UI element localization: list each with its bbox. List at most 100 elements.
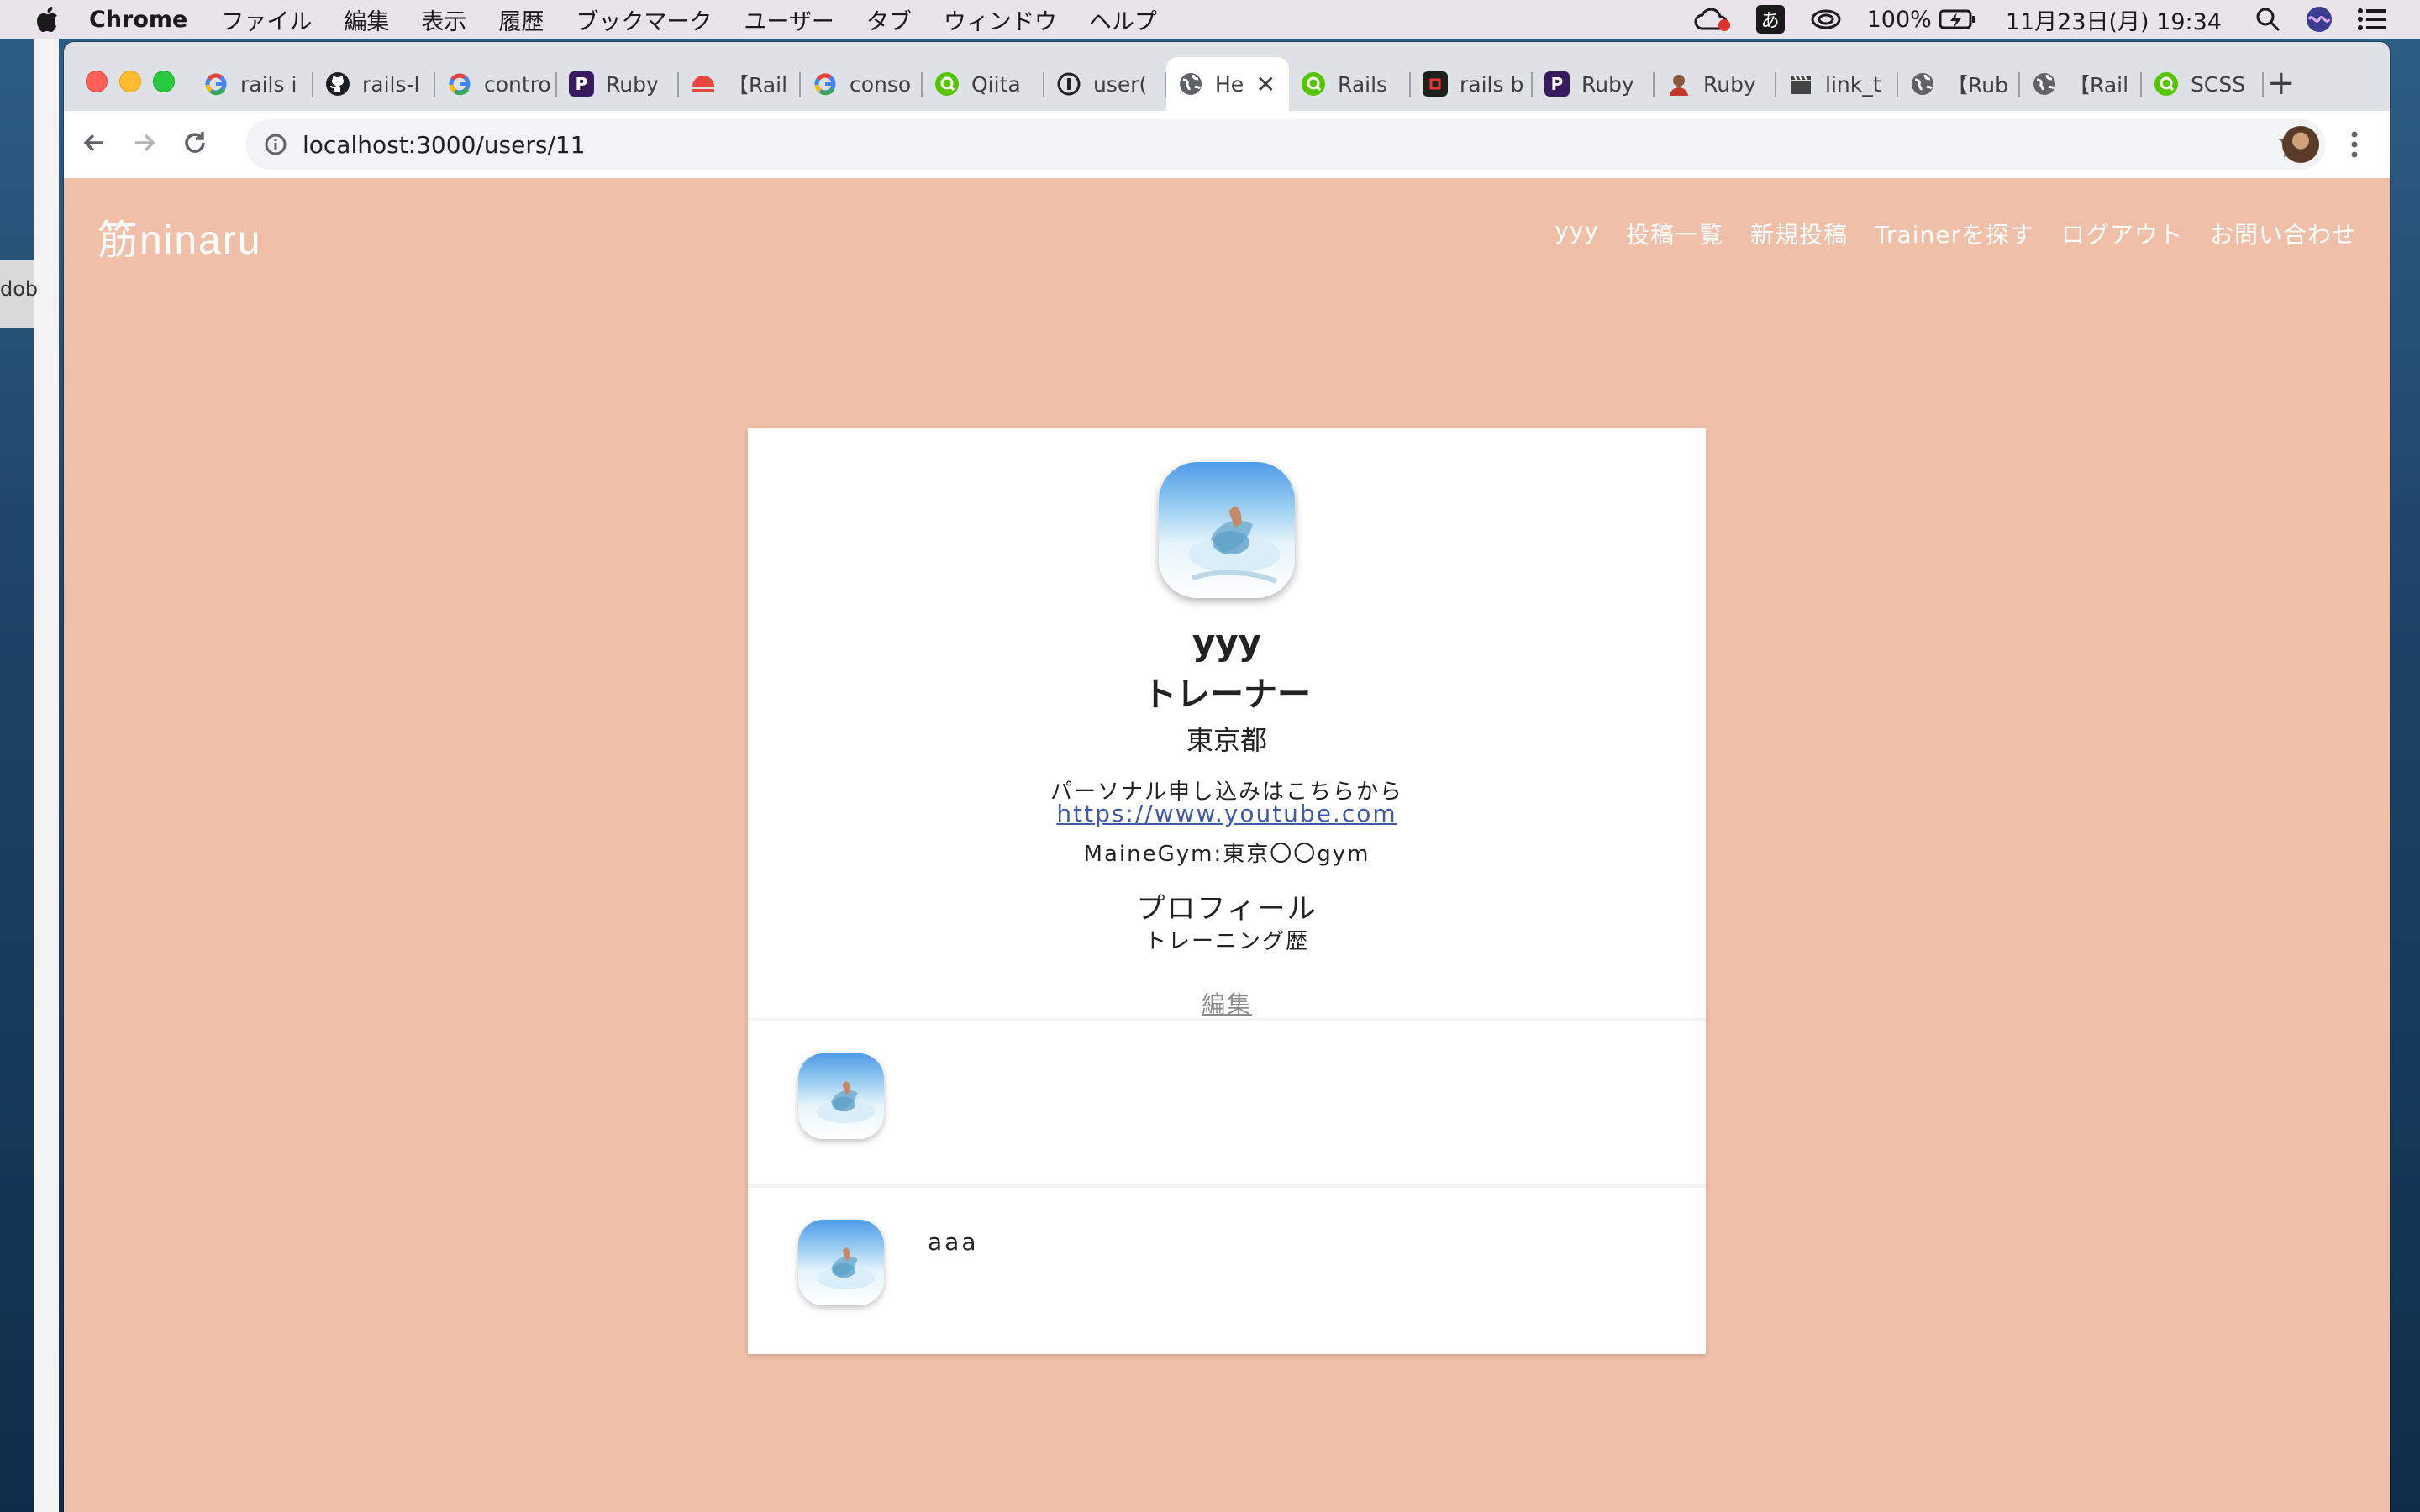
google-icon (203, 71, 229, 97)
url-text[interactable]: localhost:3000/users/11 (302, 131, 586, 159)
edit-profile-link[interactable]: 編集 (1202, 990, 1252, 1018)
tab[interactable]: rails i (192, 57, 313, 111)
tab-label: Rails (1338, 71, 1388, 97)
post-text: aaa (928, 1228, 979, 1256)
browser-toolbar: localhost:3000/users/11 (64, 111, 2390, 180)
menu-user[interactable]: ユーザー (744, 3, 834, 36)
more-menu-icon[interactable] (2349, 126, 2360, 163)
tab-label: conso (850, 71, 912, 97)
minimize-window-button[interactable] (119, 71, 141, 92)
tab-label: 【Rail (728, 73, 788, 97)
user-gym: MaineGym:東京〇〇gym (1083, 842, 1370, 867)
qiita-icon (934, 71, 960, 97)
menu-edit[interactable]: 編集 (344, 3, 389, 36)
forward-button[interactable] (126, 124, 163, 161)
tab-label: rails-l (362, 71, 420, 97)
profile-text: トレーニング歴 (1144, 929, 1309, 954)
tab[interactable]: P Ruby (1533, 57, 1655, 111)
tab-label: rails b (1460, 71, 1524, 97)
nav-new-post[interactable]: 新規投稿 (1750, 217, 1848, 250)
profile-heading: プロフィール (1136, 892, 1318, 926)
spotlight-search-icon[interactable] (2255, 7, 2281, 32)
siri-icon[interactable] (2306, 6, 2333, 33)
tab-label: Qiita (971, 71, 1021, 97)
nav-find-trainer[interactable]: Trainerを探す (1875, 217, 2034, 250)
address-bar[interactable]: localhost:3000/users/11 (245, 119, 2326, 170)
tab-label: 【Rub (1947, 73, 2008, 97)
menu-app-name[interactable]: Chrome (89, 7, 187, 33)
post-list-item[interactable]: aaa (748, 1184, 1706, 1352)
tab[interactable]: P Ruby (557, 57, 679, 111)
post-avatar[interactable] (798, 1053, 884, 1139)
tab[interactable]: rails-l (313, 57, 435, 111)
qiita-icon (2154, 71, 2179, 97)
menu-window[interactable]: ウィンドウ (944, 3, 1057, 36)
apple-menu-icon[interactable] (35, 5, 60, 34)
chrome-window: rails i rails-l contro P Ruby 【Rail cons… (64, 42, 2390, 1512)
tab[interactable]: link_t (1776, 57, 1898, 111)
google-icon (447, 71, 472, 97)
user-profile-card: yyy トレーナー 東京都 パーソナル申し込みはこちらから https://ww… (748, 428, 1706, 1354)
input-method-icon[interactable]: あ (1755, 5, 1785, 34)
tab[interactable]: Ruby (1655, 57, 1776, 111)
user-name: yyy (1192, 622, 1262, 663)
post-list-item[interactable] (748, 1018, 1706, 1186)
tab-label: Ruby (1581, 71, 1634, 97)
reload-button[interactable] (176, 124, 213, 161)
github-icon (325, 71, 350, 97)
tab[interactable]: rails b (1411, 57, 1533, 111)
post-avatar[interactable] (798, 1220, 884, 1305)
tab[interactable]: 【Rub (1898, 57, 2020, 111)
sunset-icon (691, 71, 716, 97)
application-link[interactable]: https://www.youtube.com (1056, 800, 1397, 827)
info-icon (1056, 71, 1081, 97)
background-window-text: dob (0, 277, 39, 301)
creative-cloud-icon[interactable] (1694, 7, 1731, 32)
tab[interactable]: 【Rail (2020, 57, 2142, 111)
back-button[interactable] (76, 124, 113, 161)
tab[interactable]: user( (1044, 57, 1166, 111)
menu-history[interactable]: 履歴 (498, 3, 544, 36)
site-header: 筋ninaru yyy 投稿一覧 新規投稿 Trainerを探す ログアウト お… (64, 178, 2390, 301)
menu-tab[interactable]: タブ (866, 3, 912, 36)
new-tab-button[interactable]: + (2267, 64, 2296, 102)
google-icon (813, 71, 838, 97)
tab-label: He (1215, 71, 1244, 97)
avatar-icon (1666, 71, 1691, 97)
nav-logout[interactable]: ログアウト (2061, 217, 2183, 250)
tab-strip: rails i rails-l contro P Ruby 【Rail cons… (64, 42, 2390, 111)
globe-icon (2032, 71, 2057, 97)
reload-icon (185, 132, 205, 153)
tab[interactable]: SCSS (2142, 57, 2264, 111)
tab[interactable]: 【Rail (679, 57, 801, 111)
square-icon (1423, 71, 1448, 97)
wifi-sync-icon[interactable] (1810, 8, 1842, 31)
tab-label: rails i (240, 71, 297, 97)
nav-username[interactable]: yyy (1555, 217, 1599, 250)
site-info-icon[interactable] (264, 133, 287, 156)
nav-posts[interactable]: 投稿一覧 (1626, 217, 1723, 250)
tab-label: Ruby (606, 71, 659, 97)
arrow-left-icon (83, 134, 103, 152)
close-window-button[interactable] (86, 71, 108, 92)
p-icon: P (569, 71, 594, 97)
tab[interactable]: conso (801, 57, 923, 111)
user-prefecture: 東京都 (1186, 724, 1267, 756)
tab[interactable]: Qiita (923, 57, 1044, 111)
fullscreen-window-button[interactable] (153, 71, 175, 92)
battery-icon[interactable] (1939, 8, 1977, 30)
tab-active[interactable]: He ✕ (1166, 57, 1289, 111)
menu-view[interactable]: 表示 (421, 3, 466, 36)
profile-avatar[interactable] (2282, 126, 2319, 163)
notification-center-icon[interactable] (2358, 8, 2386, 30)
menu-bookmarks[interactable]: ブックマーク (576, 3, 712, 36)
tab[interactable]: Rails (1289, 57, 1411, 111)
menu-file[interactable]: ファイル (221, 3, 312, 36)
nav-contact[interactable]: お問い合わせ (2210, 217, 2356, 250)
tab-label: link_t (1825, 71, 1881, 97)
menu-help[interactable]: ヘルプ (1089, 3, 1157, 36)
site-logo[interactable]: 筋ninaru (97, 207, 261, 265)
tab[interactable]: contro (435, 57, 557, 111)
close-tab-icon[interactable]: ✕ (1256, 71, 1276, 98)
clock[interactable]: 11月23日(月) 19:34 (2006, 3, 2222, 36)
